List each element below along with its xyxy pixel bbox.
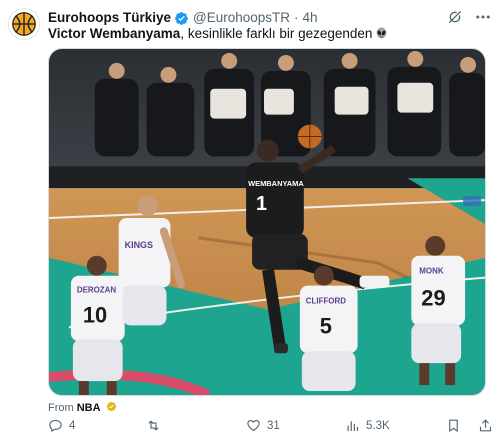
jersey-number-5: 5 <box>320 313 332 338</box>
repost-button[interactable] <box>146 418 167 433</box>
tweet-text: Victor Wembanyama, kesinlikle farklı bir… <box>48 25 388 43</box>
jersey-name-10: DEROZAN <box>77 286 117 295</box>
tweet[interactable]: Eurohoops Türkiye @EurohoopsTR · 4h Vict… <box>0 0 500 440</box>
video-frame: DEROZAN 10 KINGS WEMBANYAMA 1 CLIFFORD 5… <box>49 49 485 395</box>
grok-icon[interactable] <box>447 9 463 25</box>
reply-icon <box>49 419 62 432</box>
video-player[interactable]: DEROZAN 10 KINGS WEMBANYAMA 1 CLIFFORD 5… <box>48 48 486 396</box>
like-count: 31 <box>267 419 280 432</box>
like-button[interactable]: 31 <box>246 418 280 433</box>
more-icon[interactable] <box>474 9 492 25</box>
heart-icon <box>247 419 260 432</box>
jersey-name-5: CLIFFORD <box>306 297 346 306</box>
reply-count: 4 <box>69 419 76 432</box>
author-avatar[interactable] <box>8 8 40 40</box>
eurohoops-logo-icon <box>9 9 39 39</box>
share-icon <box>479 419 492 432</box>
repost-icon <box>148 420 159 431</box>
views-button[interactable]: 5.3K <box>345 418 390 433</box>
jersey-name-1: WEMBANYAMA <box>248 179 304 188</box>
jersey-number-29: 29 <box>421 286 445 311</box>
action-bar: 4 31 5.3K <box>48 418 494 436</box>
alien-icon <box>375 27 388 40</box>
jersey-team-left: KINGS <box>125 240 153 250</box>
jersey-number-10: 10 <box>83 302 107 327</box>
source-org-link[interactable]: NBA <box>77 402 101 414</box>
tweet-body-text: , kesinlikle farklı bir gezegenden <box>180 26 373 41</box>
media-source: From NBA <box>48 401 117 415</box>
views-count: 5.3K <box>366 419 390 432</box>
bookmark-icon <box>449 419 458 432</box>
tweet-player-name: Victor Wembanyama <box>48 26 181 41</box>
reply-button[interactable]: 4 <box>48 418 75 433</box>
verified-icon <box>174 11 189 26</box>
share-button[interactable] <box>478 418 493 433</box>
jersey-number-1: 1 <box>256 193 267 215</box>
jersey-name-29: MONK <box>419 267 444 276</box>
gold-verified-icon <box>106 401 117 412</box>
source-prefix: From <box>48 402 74 414</box>
views-icon <box>347 421 359 432</box>
bookmark-button[interactable] <box>446 418 461 433</box>
